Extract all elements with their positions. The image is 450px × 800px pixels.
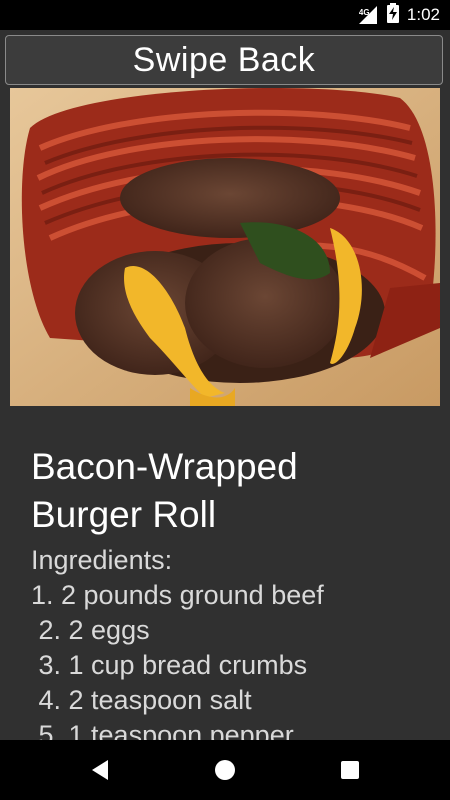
navigation-bar bbox=[0, 740, 450, 800]
home-circle-icon[interactable] bbox=[195, 740, 255, 800]
status-time: 1:02 bbox=[406, 5, 440, 24]
network-type-label: 4G bbox=[358, 8, 370, 17]
recipe-image bbox=[10, 88, 440, 406]
status-bar: 4G 1:02 bbox=[0, 0, 450, 30]
ingredients-section: Ingredients: 1. 2 pounds ground beef 2. … bbox=[31, 543, 441, 753]
ingredient-item: 4. 2 teaspoon salt bbox=[31, 685, 252, 715]
recipe-title-line-2: Burger Roll bbox=[31, 494, 217, 535]
recipe-title-line-1: Bacon-Wrapped bbox=[31, 446, 298, 487]
ingredient-item: 1. 2 pounds ground beef bbox=[31, 580, 324, 610]
signal-icon: 4G bbox=[357, 4, 379, 26]
ingredient-item: 2. 2 eggs bbox=[31, 615, 150, 645]
recents-square-icon[interactable] bbox=[320, 740, 380, 800]
recipe-title: Bacon-Wrapped Burger Roll bbox=[31, 443, 431, 539]
ingredient-item: 3. 1 cup bread crumbs bbox=[31, 650, 308, 680]
swipe-back-button[interactable]: Swipe Back bbox=[5, 35, 443, 85]
battery-charging-icon bbox=[386, 2, 399, 28]
ingredients-heading: Ingredients: bbox=[31, 545, 173, 575]
back-triangle-icon[interactable] bbox=[70, 740, 130, 800]
